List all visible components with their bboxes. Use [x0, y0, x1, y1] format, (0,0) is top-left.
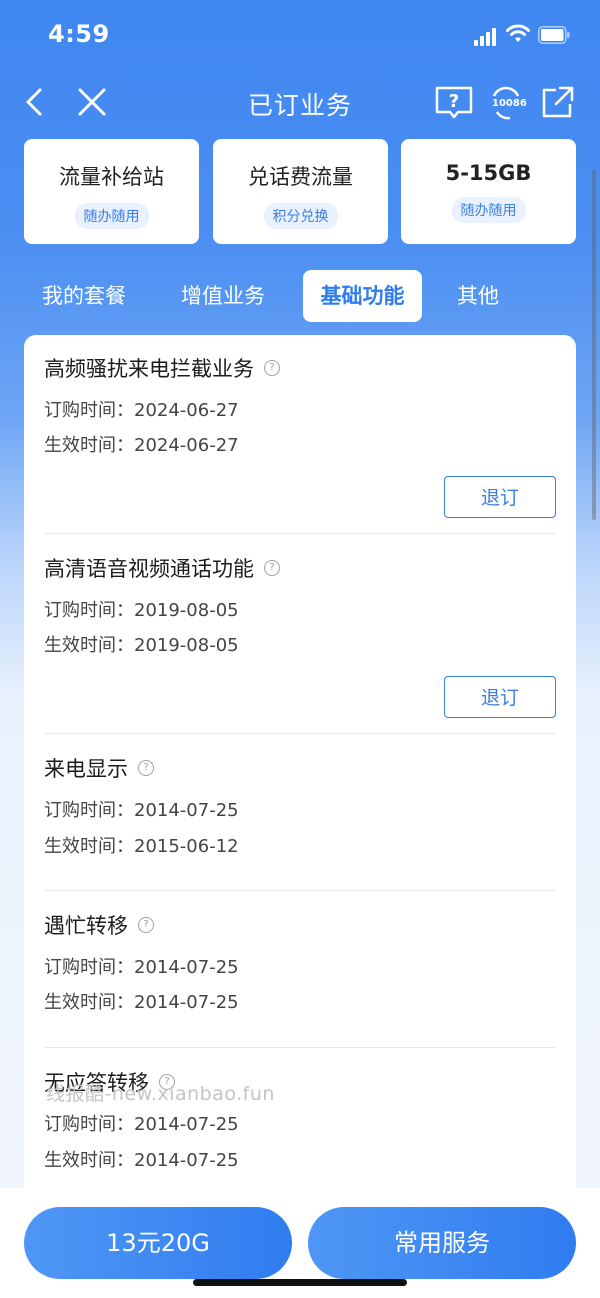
effective-time: 生效时间：2014-07-25 [44, 992, 239, 1013]
card-data-pack[interactable]: 5-15GB 随办随用 [401, 139, 576, 244]
service-name: 高清语音视频通话功能? [44, 553, 280, 583]
hotline-icon[interactable]: 10086 [486, 82, 527, 122]
card-badge: 积分兑换 [263, 203, 338, 229]
divider [44, 533, 556, 534]
service-name: 遇忙转移? [44, 910, 154, 940]
service-name: 来电显示? [44, 753, 154, 783]
home-indicator [193, 1279, 407, 1286]
quick-cards: 流量补给站 随办随用 兑话费流量 积分兑换 5-15GB 随办随用 [24, 139, 576, 244]
list-item: 高清语音视频通话功能? 订购时间：2019-08-05 生效时间：2019-08… [44, 535, 556, 735]
battery-icon [538, 26, 570, 44]
card-badge: 随办随用 [74, 203, 149, 229]
effective-time: 生效时间：2024-06-27 [44, 435, 239, 456]
status-bar: 4:59 [0, 0, 600, 72]
card-title: 兑话费流量 [248, 165, 353, 189]
unsubscribe-button[interactable]: 退订 [444, 476, 556, 518]
scrollbar[interactable] [592, 170, 596, 520]
list-item: 无应答转移? 订购时间：2014-07-25 生效时间：2014-07-25 [44, 1049, 556, 1209]
svg-text:?: ? [449, 91, 459, 112]
wifi-icon [506, 24, 530, 42]
service-name: 高频骚扰来电拦截业务? [44, 353, 280, 383]
category-tabs: 我的套餐 增值业务 基础功能 其他 [24, 270, 576, 322]
question-icon[interactable]: ? [264, 360, 280, 376]
offer-button[interactable]: 13元20G [24, 1207, 292, 1279]
card-badge: 随办随用 [451, 197, 526, 223]
divider [44, 733, 556, 734]
order-time: 订购时间：2014-07-25 [44, 957, 239, 978]
help-book-icon[interactable]: ? [434, 82, 474, 122]
signal-icon [474, 26, 500, 46]
status-time: 4:59 [48, 20, 110, 48]
tab-basic-functions[interactable]: 基础功能 [303, 270, 422, 322]
tab-other[interactable]: 其他 [438, 270, 518, 322]
hotline-number: 10086 [492, 98, 527, 109]
divider [44, 890, 556, 891]
card-data-supply[interactable]: 流量补给站 随办随用 [24, 139, 199, 244]
question-icon[interactable]: ? [138, 760, 154, 776]
common-services-button[interactable]: 常用服务 [308, 1207, 576, 1279]
order-time: 订购时间：2024-06-27 [44, 400, 239, 421]
list-item: 来电显示? 订购时间：2014-07-25 生效时间：2015-06-12 [44, 735, 556, 892]
order-time: 订购时间：2014-07-25 [44, 800, 239, 821]
card-points-exchange[interactable]: 兑话费流量 积分兑换 [213, 139, 388, 244]
tab-value-added[interactable]: 增值业务 [163, 270, 283, 322]
share-icon[interactable] [538, 82, 578, 122]
question-icon[interactable]: ? [264, 560, 280, 576]
watermark: 线报酷-new.xianbao.fun [46, 1083, 275, 1105]
question-icon[interactable]: ? [138, 917, 154, 933]
effective-time: 生效时间：2015-06-12 [44, 836, 239, 857]
divider [44, 1047, 556, 1048]
order-time: 订购时间：2019-08-05 [44, 600, 239, 621]
list-item: 高频骚扰来电拦截业务? 订购时间：2024-06-27 生效时间：2024-06… [44, 335, 556, 535]
nav-bar: 已订业务 ? 10086 [0, 72, 600, 132]
effective-time: 生效时间：2019-08-05 [44, 635, 239, 656]
card-title: 5-15GB [445, 161, 532, 185]
tab-my-plan[interactable]: 我的套餐 [24, 270, 144, 322]
order-time: 订购时间：2014-07-25 [44, 1114, 239, 1135]
effective-time: 生效时间：2014-07-25 [44, 1150, 239, 1171]
list-item: 遇忙转移? 订购时间：2014-07-25 生效时间：2014-07-25 [44, 892, 556, 1049]
unsubscribe-button[interactable]: 退订 [444, 676, 556, 718]
card-title: 流量补给站 [59, 165, 164, 189]
